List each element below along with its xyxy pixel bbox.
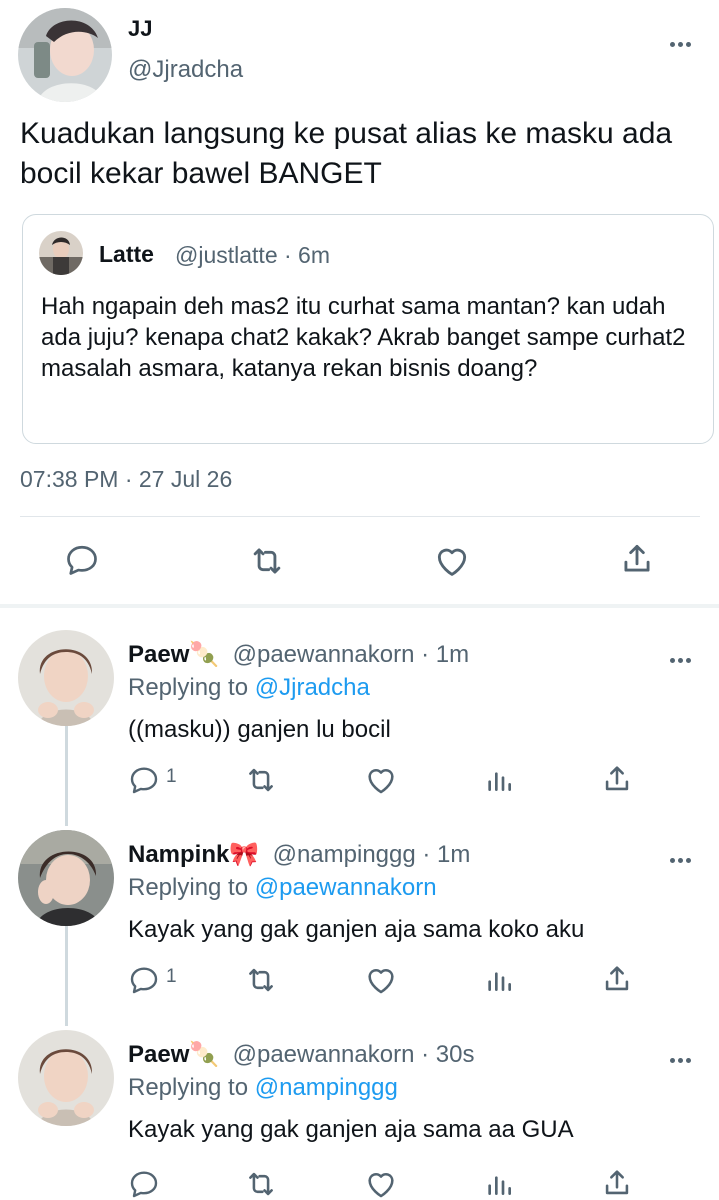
quoted-tweet-meta: @justlatte · 6m (175, 242, 331, 268)
reply-meta: @paewannakorn · 1m (232, 641, 470, 668)
reply-actions (128, 1164, 718, 1200)
replying-to-label: Replying to (128, 874, 255, 901)
more-icon[interactable] (670, 850, 696, 863)
share-icon[interactable] (600, 962, 634, 996)
reply-display-name[interactable]: Nampink (128, 841, 229, 868)
reply-avatar[interactable] (18, 1030, 114, 1126)
name-emoji: 🍡 (189, 641, 220, 668)
reply-icon[interactable] (128, 764, 160, 796)
reply-avatar[interactable] (18, 630, 114, 726)
retweet-icon[interactable] (244, 763, 278, 797)
views-icon[interactable] (483, 763, 515, 795)
reply-display-name[interactable]: Paew (128, 1041, 189, 1068)
reply-actions: 1 (128, 960, 718, 1000)
section-divider (0, 604, 719, 608)
replying-to-label: Replying to (128, 1074, 255, 1101)
more-icon[interactable] (670, 34, 696, 47)
reply-meta: @paewannakorn · 30s (232, 1041, 475, 1068)
reply-actions: 1 (128, 760, 718, 800)
replying-to: Replying to @paewannakorn (128, 874, 437, 902)
reply-text: Kayak yang gak ganjen aja sama aa GUA (128, 1116, 574, 1143)
retweet-icon[interactable] (244, 963, 278, 997)
reply-count: 1 (166, 766, 177, 787)
reply-text: Kayak yang gak ganjen aja sama koko aku (128, 916, 585, 943)
quoted-tweet-display-name: Latte (99, 241, 154, 267)
replying-to-label: Replying to (128, 674, 255, 701)
heart-icon[interactable] (364, 763, 398, 797)
reply-header: Nampink🎀 @nampinggg · 1m (128, 840, 470, 869)
replying-to-mention[interactable]: @Jjradcha (255, 674, 370, 701)
replying-to-mention[interactable]: @paewannakorn (255, 874, 437, 901)
reply-avatar[interactable] (18, 830, 114, 926)
reply-count: 1 (166, 966, 177, 987)
reply-icon[interactable] (128, 1168, 160, 1200)
views-icon[interactable] (483, 963, 515, 995)
reply-tweet[interactable]: Paew🍡 @paewannakorn · 1m Replying to @Jj… (0, 630, 719, 830)
heart-icon[interactable] (364, 1167, 398, 1200)
reply-meta: @nampinggg · 1m (272, 841, 471, 868)
replying-to: Replying to @Jjradcha (128, 674, 370, 702)
share-icon[interactable] (600, 762, 634, 796)
reply-header: Paew🍡 @paewannakorn · 1m (128, 640, 469, 669)
reply-icon[interactable] (64, 542, 100, 578)
share-icon[interactable] (618, 540, 656, 578)
heart-icon[interactable] (364, 963, 398, 997)
name-emoji: 🎀 (229, 841, 260, 868)
quoted-tweet-text: Hah ngapain deh mas2 itu curhat sama man… (41, 293, 686, 382)
reply-header: Paew🍡 @paewannakorn · 30s (128, 1040, 474, 1069)
quoted-tweet[interactable]: Latte @justlatte · 6m Hah ngapain deh ma… (22, 214, 714, 444)
retweet-icon[interactable] (244, 1167, 278, 1200)
tweet-timestamp[interactable]: 07:38 PM · 27 Jul 26 (20, 466, 232, 493)
reply-display-name[interactable]: Paew (128, 641, 189, 668)
reply-tweet[interactable]: Nampink🎀 @nampinggg · 1m Replying to @pa… (0, 830, 719, 1030)
quoted-tweet-avatar (39, 231, 83, 275)
reply-tweet[interactable]: Paew🍡 @paewannakorn · 30s Replying to @n… (0, 1030, 719, 1200)
replying-to: Replying to @nampinggg (128, 1074, 398, 1102)
replying-to-mention[interactable]: @nampinggg (255, 1074, 398, 1101)
share-icon[interactable] (600, 1166, 634, 1200)
main-tweet: JJ @Jjradcha Kuadukan langsung ke pusat … (0, 0, 719, 604)
more-icon[interactable] (670, 1050, 696, 1063)
heart-icon[interactable] (433, 542, 471, 580)
main-tweet-actions (0, 536, 719, 586)
views-icon[interactable] (483, 1167, 515, 1199)
divider (20, 516, 700, 517)
main-tweet-handle[interactable]: @Jjradcha (128, 56, 243, 84)
name-emoji: 🍡 (189, 1041, 220, 1068)
more-icon[interactable] (670, 650, 696, 663)
retweet-icon[interactable] (248, 542, 286, 580)
main-tweet-avatar[interactable] (18, 8, 112, 102)
reply-icon[interactable] (128, 964, 160, 996)
main-tweet-display-name[interactable]: JJ (128, 16, 152, 42)
main-tweet-text: Kuadukan langsung ke pusat alias ke mask… (20, 117, 673, 190)
reply-text: ((masku)) ganjen lu bocil (128, 716, 391, 743)
